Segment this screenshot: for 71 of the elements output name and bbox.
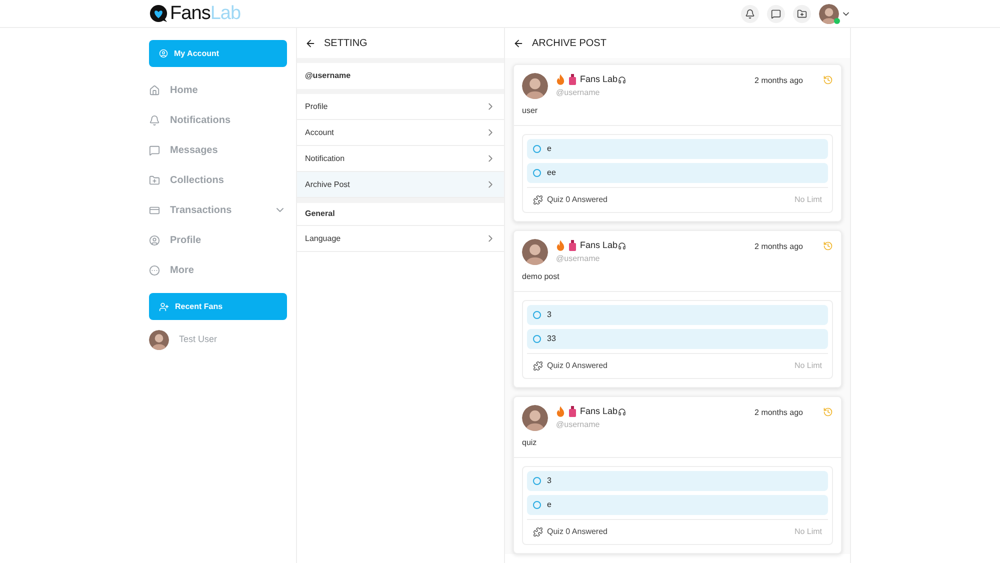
avatar [522, 73, 548, 99]
post-text: user [522, 105, 539, 117]
puzzle-icon [533, 527, 543, 537]
profile-menu[interactable] [819, 4, 851, 24]
post-author: Fans Lab [580, 239, 618, 252]
back-icon[interactable] [305, 38, 316, 48]
quiz-limit: No Limt [794, 526, 822, 538]
radio-icon [533, 501, 541, 509]
avatar [522, 405, 548, 431]
folder-icon [149, 174, 160, 186]
quiz-status: Quiz 0 Answered [547, 194, 608, 206]
quiz-option[interactable]: 33 [527, 329, 828, 349]
avatar [149, 330, 169, 350]
user-icon [149, 234, 160, 246]
post-handle: @username [556, 418, 601, 430]
bottle-icon [569, 240, 576, 252]
card-icon [149, 204, 160, 216]
settings-item[interactable]: Archive Post [297, 172, 504, 198]
quiz-option[interactable]: e [527, 495, 828, 515]
quiz-status: Quiz 0 Answered [547, 360, 608, 372]
post-author: Fans Lab [580, 73, 618, 86]
bottle-icon [569, 74, 576, 86]
username: @username [304, 70, 352, 82]
headphones-icon [618, 242, 626, 250]
quiz-option[interactable]: e [527, 139, 828, 159]
radio-icon [533, 311, 541, 319]
headphones-icon [618, 408, 626, 416]
avatar [522, 239, 548, 265]
messages-button[interactable] [767, 4, 785, 22]
post-author: Fans Lab [580, 405, 618, 418]
logo-icon[interactable] [149, 4, 168, 23]
message-icon [149, 144, 160, 156]
radio-icon [533, 169, 541, 177]
puzzle-icon [533, 195, 543, 205]
flame-icon [556, 74, 565, 86]
flame-icon [556, 406, 565, 418]
add-user-icon [159, 302, 169, 312]
quiz-limit: No Limt [794, 360, 822, 372]
flame-icon [556, 240, 565, 252]
quiz-option[interactable]: 3 [527, 471, 828, 491]
settings-title: SETTING [324, 36, 368, 50]
post-time: 2 months ago [754, 407, 803, 419]
post-handle: @username [556, 86, 601, 98]
post-text: quiz [522, 437, 538, 449]
post-handle: @username [556, 252, 601, 264]
radio-icon [533, 145, 541, 153]
message-icon [771, 8, 781, 18]
radio-icon [533, 335, 541, 343]
more-icon [149, 264, 160, 276]
archive-title: ARCHIVE POST [532, 36, 606, 50]
quiz-status: Quiz 0 Answered [547, 526, 608, 538]
bottle-icon [569, 406, 576, 418]
back-icon[interactable] [513, 38, 524, 48]
home-icon [149, 84, 160, 96]
logo-text: FansLab [170, 4, 241, 23]
puzzle-icon [533, 361, 543, 371]
post-text: demo post [522, 271, 560, 283]
user-icon [159, 49, 168, 58]
quiz-option[interactable]: 3 [527, 305, 828, 325]
bell-icon [745, 8, 755, 18]
collections-button[interactable] [793, 4, 811, 22]
quiz-option[interactable]: ee [527, 163, 828, 183]
quiz-limit: No Limt [794, 194, 822, 206]
notifications-button[interactable] [741, 4, 759, 22]
post-time: 2 months ago [754, 75, 803, 87]
headphones-icon [618, 76, 626, 84]
radio-icon [533, 477, 541, 485]
bell-icon [149, 114, 160, 126]
folder-icon [797, 8, 807, 18]
avatar [819, 4, 839, 24]
post-time: 2 months ago [754, 241, 803, 253]
